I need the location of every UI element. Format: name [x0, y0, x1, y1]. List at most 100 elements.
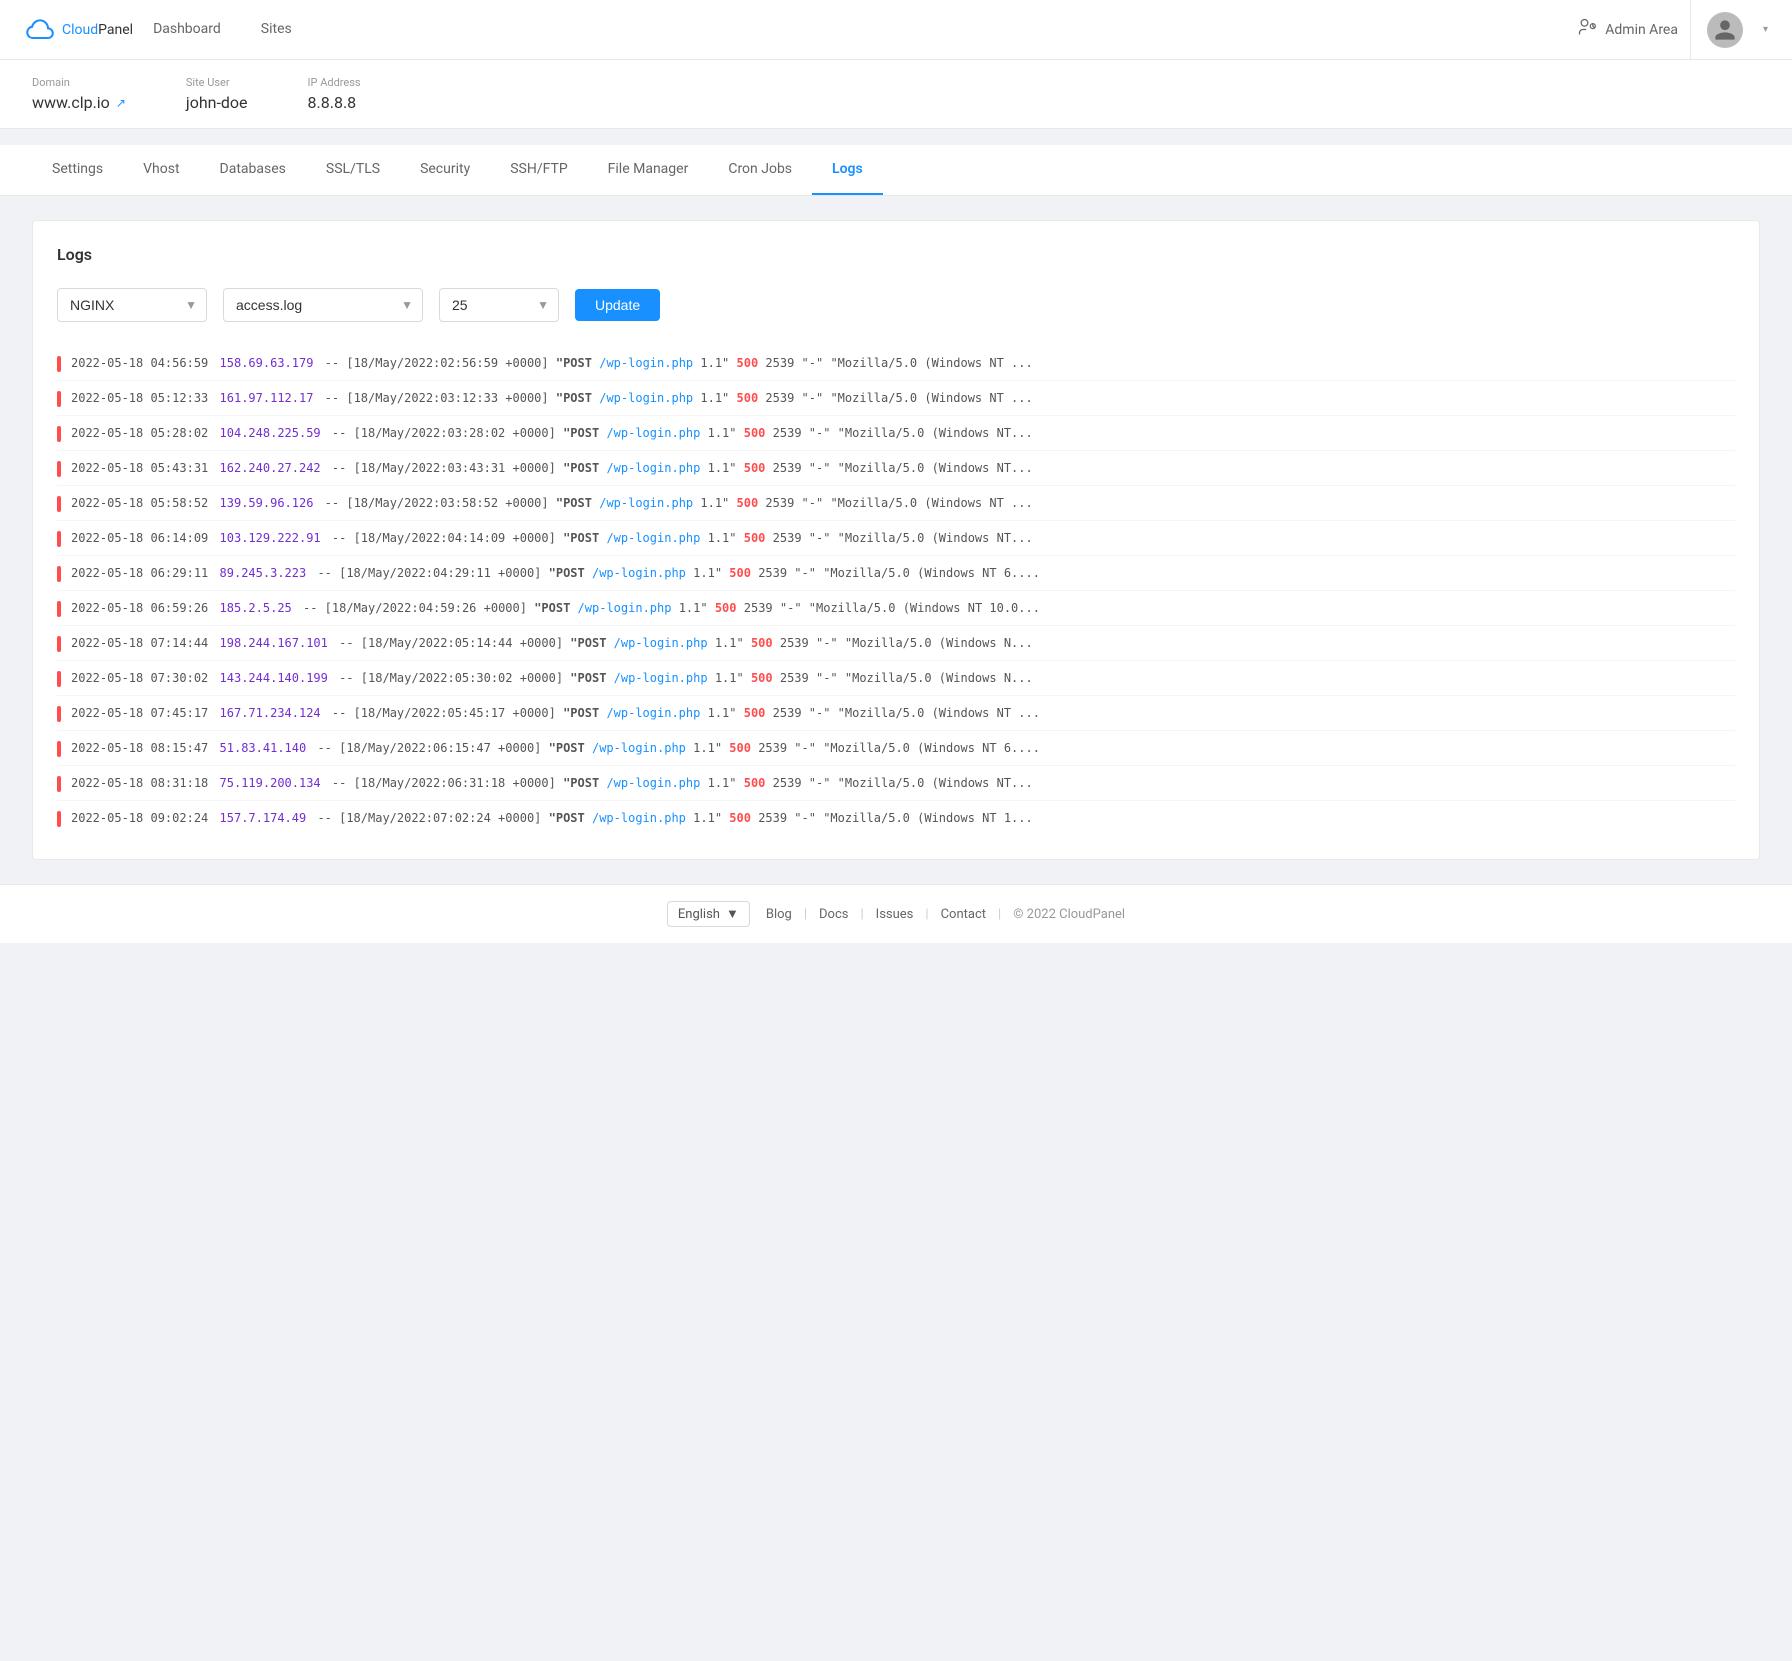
log-path: /wp-login.php [592, 741, 686, 755]
log-bracket: -- [18/May/2022:06:15:47 +0000] [317, 741, 548, 755]
log-rest: 1.1" [715, 636, 751, 650]
log-text: 2022-05-18 06:29:11 89.245.3.223 -- [18/… [71, 564, 1735, 582]
log-text: 2022-05-18 09:02:24 157.7.174.49 -- [18/… [71, 809, 1735, 827]
log-text: 2022-05-18 05:58:52 139.59.96.126 -- [18… [71, 494, 1735, 512]
log-bracket: -- [18/May/2022:03:58:52 +0000] [325, 496, 556, 510]
ip-group: IP Address 8.8.8.8 [308, 76, 361, 112]
log-path: /wp-login.php [606, 706, 700, 720]
log-entry: 2022-05-18 05:12:33 161.97.112.17 -- [18… [57, 381, 1735, 416]
log-status: 500 [744, 776, 766, 790]
tab-logs[interactable]: Logs [812, 145, 883, 195]
log-text: 2022-05-18 08:15:47 51.83.41.140 -- [18/… [71, 739, 1735, 757]
log-entry: 2022-05-18 08:31:18 75.119.200.134 -- [1… [57, 766, 1735, 801]
ip-label: IP Address [308, 76, 361, 89]
log-method: "POST [570, 671, 613, 685]
footer-blog-link[interactable]: Blog [766, 907, 792, 922]
log-method: "POST [563, 426, 606, 440]
domain-group: Domain www.clp.io ↗ [32, 76, 126, 112]
log-error-indicator [57, 356, 61, 372]
log-error-indicator [57, 601, 61, 617]
server-select-wrapper: NGINX Apache PHP ▼ [57, 288, 207, 322]
main-nav: Dashboard Sites [133, 0, 1565, 60]
info-bar: Domain www.clp.io ↗ Site User john-doe I… [0, 60, 1792, 129]
lines-select[interactable]: 25 50 100 200 [439, 288, 559, 322]
log-error-indicator [57, 461, 61, 477]
log-entry: 2022-05-18 05:58:52 139.59.96.126 -- [18… [57, 486, 1735, 521]
footer-links: Blog | Docs | Issues | Contact | © 2022 … [766, 907, 1125, 922]
log-ip: 103.129.222.91 [220, 531, 328, 545]
language-chevron: ▼ [726, 906, 739, 922]
log-bracket: -- [18/May/2022:03:43:31 +0000] [332, 461, 563, 475]
log-rest: 1.1" [693, 811, 729, 825]
file-select[interactable]: access.log error.log [223, 288, 423, 322]
tab-ssh-ftp[interactable]: SSH/FTP [490, 145, 587, 195]
external-link-icon[interactable]: ↗ [116, 96, 126, 110]
user-avatar[interactable] [1707, 12, 1743, 48]
log-bracket: -- [18/May/2022:04:14:09 +0000] [332, 531, 563, 545]
log-method: "POST [563, 706, 606, 720]
footer-docs-link[interactable]: Docs [819, 907, 848, 922]
footer-contact-link[interactable]: Contact [941, 907, 986, 922]
tab-settings[interactable]: Settings [32, 145, 123, 195]
log-status: 500 [744, 426, 766, 440]
tab-cron-jobs[interactable]: Cron Jobs [708, 145, 812, 195]
nav-dashboard[interactable]: Dashboard [133, 0, 241, 60]
log-ip: 158.69.63.179 [220, 356, 321, 370]
footer-copyright: © 2022 CloudPanel [1013, 907, 1125, 922]
tab-security[interactable]: Security [400, 145, 490, 195]
log-size: 2539 "-" "Mozilla/5.0 (Windows NT 1... [758, 811, 1033, 825]
log-entry: 2022-05-18 04:56:59 158.69.63.179 -- [18… [57, 346, 1735, 381]
log-ip: 167.71.234.124 [220, 706, 328, 720]
log-rest: 1.1" [708, 426, 744, 440]
log-timestamp: 2022-05-18 09:02:24 [71, 811, 208, 825]
log-method: "POST [534, 601, 577, 615]
language-selector[interactable]: English ▼ [667, 901, 750, 927]
log-status: 500 [715, 601, 737, 615]
log-rest: 1.1" [715, 671, 751, 685]
log-rest: 1.1" [708, 461, 744, 475]
log-bracket: -- [18/May/2022:03:12:33 +0000] [325, 391, 556, 405]
tab-databases[interactable]: Databases [200, 145, 306, 195]
footer-issues-link[interactable]: Issues [876, 907, 914, 922]
site-user-label: Site User [186, 76, 248, 89]
log-entry: 2022-05-18 05:43:31 162.240.27.242 -- [1… [57, 451, 1735, 486]
logo[interactable]: CloudPanel [24, 14, 133, 46]
log-text: 2022-05-18 05:12:33 161.97.112.17 -- [18… [71, 389, 1735, 407]
tab-file-manager[interactable]: File Manager [588, 145, 709, 195]
admin-area-button[interactable]: Admin Area [1565, 0, 1691, 60]
log-bracket: -- [18/May/2022:03:28:02 +0000] [332, 426, 563, 440]
update-button[interactable]: Update [575, 289, 660, 321]
log-error-indicator [57, 566, 61, 582]
log-ip: 198.244.167.101 [220, 636, 336, 650]
log-method: "POST [556, 391, 599, 405]
log-status: 500 [737, 356, 759, 370]
log-size: 2539 "-" "Mozilla/5.0 (Windows NT ... [765, 356, 1032, 370]
log-rest: 1.1" [700, 356, 736, 370]
site-user-value: john-doe [186, 93, 248, 112]
log-status: 500 [744, 706, 766, 720]
server-select[interactable]: NGINX Apache PHP [57, 288, 207, 322]
log-timestamp: 2022-05-18 05:58:52 [71, 496, 208, 510]
log-path: /wp-login.php [614, 636, 708, 650]
log-path: /wp-login.php [599, 391, 693, 405]
user-chevron[interactable]: ▾ [1763, 24, 1768, 35]
log-timestamp: 2022-05-18 05:12:33 [71, 391, 208, 405]
log-text: 2022-05-18 05:28:02 104.248.225.59 -- [1… [71, 424, 1735, 442]
log-method: "POST [556, 356, 599, 370]
log-rest: 1.1" [693, 741, 729, 755]
log-size: 2539 "-" "Mozilla/5.0 (Windows NT... [773, 531, 1033, 545]
tab-vhost[interactable]: Vhost [123, 145, 199, 195]
logs-card: Logs NGINX Apache PHP ▼ access.log error… [32, 220, 1760, 860]
domain-label: Domain [32, 76, 126, 89]
log-ip: 139.59.96.126 [220, 496, 321, 510]
log-timestamp: 2022-05-18 07:30:02 [71, 671, 208, 685]
nav-sites[interactable]: Sites [241, 0, 312, 60]
log-text: 2022-05-18 07:45:17 167.71.234.124 -- [1… [71, 704, 1735, 722]
log-rest: 1.1" [708, 706, 744, 720]
log-method: "POST [556, 496, 599, 510]
admin-area-label: Admin Area [1605, 22, 1678, 38]
log-size: 2539 "-" "Mozilla/5.0 (Windows NT... [773, 776, 1033, 790]
tab-ssl-tls[interactable]: SSL/TLS [306, 145, 400, 195]
log-ip: 161.97.112.17 [220, 391, 321, 405]
log-ip: 89.245.3.223 [220, 566, 314, 580]
